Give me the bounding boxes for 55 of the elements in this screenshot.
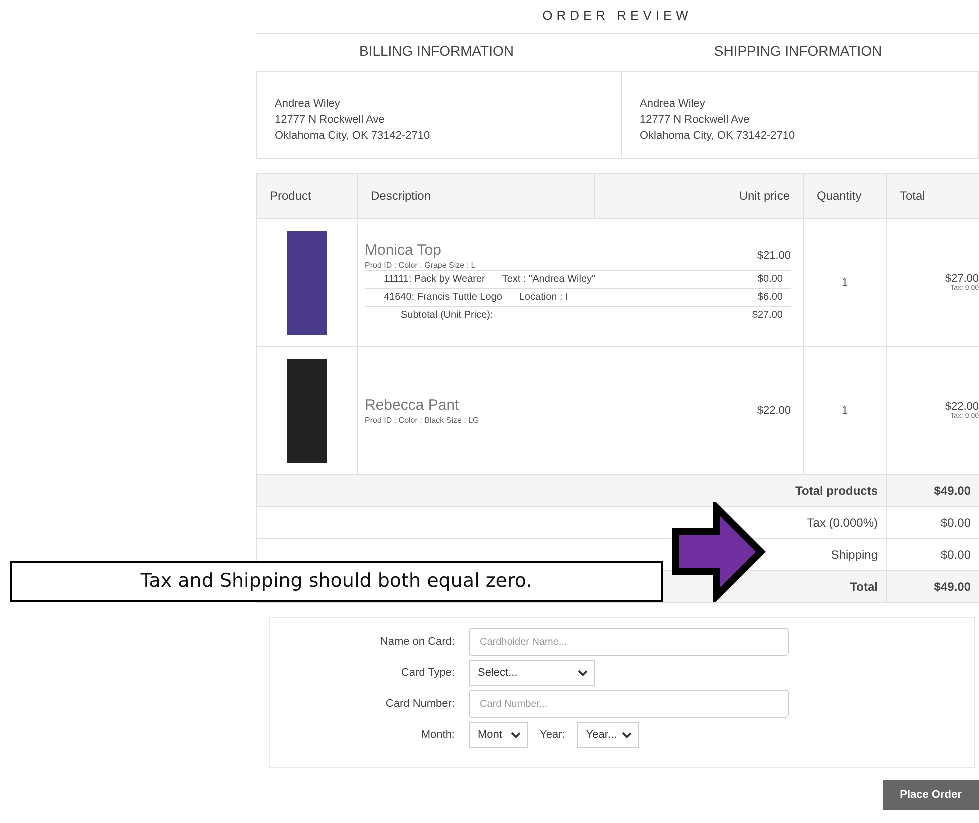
section-heading: SHIPPING INFORMATION (713, 42, 884, 61)
summary-label: Shipping (831, 548, 878, 562)
option-item: 11111: Pack by Wearer (383, 272, 486, 286)
address-line: Andrea Wiley (640, 97, 706, 112)
dropdown[interactable]: Select... (469, 660, 595, 686)
dropdown[interactable]: Mont (469, 722, 528, 748)
summary-value: $49.00 (934, 484, 971, 498)
field-label: Year: (540, 729, 566, 741)
dropdown[interactable]: Year... (577, 722, 640, 748)
option-price: $6.00 (758, 290, 784, 304)
address-line: 12777 N Rockwell Ave (640, 113, 751, 128)
option-price: $0.00 (758, 272, 784, 286)
summary-value: $0.00 (940, 548, 971, 562)
product-name: Rebecca Pant (365, 396, 460, 414)
field-label: Card Number: (384, 698, 456, 710)
summary-value: $0.00 (940, 516, 971, 530)
product-details: Prod ID : Color : Black Size : LG (365, 416, 480, 424)
address-line: Oklahoma City, OK 73142-2710 (275, 129, 432, 144)
page-title: ORDER REVIEW (256, 0, 979, 34)
option-detail: Text : "Andrea Wiley" (501, 272, 596, 286)
product-details: Prod ID : Color : Grape Size : L (365, 260, 476, 270)
summary-label: Total products (796, 484, 878, 498)
field-label: Name on Card: (379, 636, 456, 648)
unit-price: $22.00 (757, 404, 791, 416)
line-total: $22.00 (944, 401, 979, 413)
field-label: Card Type: (400, 667, 456, 679)
line-total: $27.00 (944, 273, 979, 285)
arrow-icon (671, 502, 767, 602)
input-field[interactable]: Cardholder Name... (469, 628, 789, 656)
section-heading: BILLING INFORMATION (358, 42, 516, 61)
address-line: Andrea Wiley (275, 97, 342, 112)
quantity-cell: 1 (804, 218, 886, 346)
option-detail: Location : I (518, 290, 568, 304)
column-header: Quantity (804, 174, 886, 218)
subtotal-label: Subtotal (Unit Price): (400, 308, 494, 322)
input-field[interactable]: Card Number... (469, 690, 789, 718)
option-item: 41640: Francis Tuttle Logo (383, 290, 502, 304)
chevron-down-icon (578, 670, 588, 676)
column-header: Unit price (594, 174, 804, 218)
product-name: Monica Top (365, 242, 442, 258)
address-line: Oklahoma City, OK 73142-2710 (640, 129, 796, 144)
chevron-down-icon (511, 732, 521, 738)
subtotal-value: $27.00 (752, 308, 784, 322)
address-line: 12777 N Rockwell Ave (275, 113, 386, 128)
column-header: Product (256, 174, 358, 218)
place-order-button[interactable]: Place Order (883, 780, 979, 810)
summary-label: Tax (0.000%) (807, 516, 878, 530)
column-header: Description (358, 174, 594, 218)
summary-value: $49.00 (934, 580, 971, 594)
callout-box: Tax and Shipping should both equal zero. (10, 561, 663, 602)
field-label: Month: (420, 729, 456, 741)
summary-label: Total (850, 580, 878, 594)
column-header: Total (886, 174, 979, 218)
unit-price: $21.00 (757, 250, 791, 262)
chevron-down-icon (622, 732, 632, 738)
